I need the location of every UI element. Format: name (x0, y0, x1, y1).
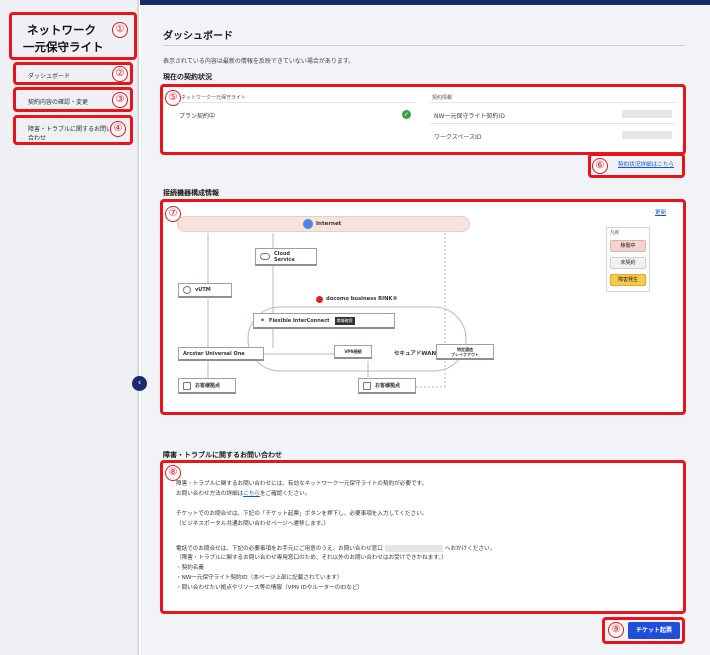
sidebar-item-dashboard[interactable]: ダッシュボード (28, 71, 70, 80)
inquiry-p3b: （障害・トラブルに関するお問い合わせ専用窓口のため、それ以外のお問い合わせはお受… (176, 555, 447, 561)
cloud-label-2: Service (274, 256, 295, 263)
annotation-number-2: ② (112, 66, 128, 82)
plan-status-label: プラン契約中 (179, 113, 216, 120)
customer-site-left[interactable]: お客様拠点 (178, 378, 236, 394)
sidebar-item-contract[interactable]: 契約内容の確認・変更 (28, 97, 88, 106)
contract-column-right: 契約情報 (432, 95, 453, 101)
breakout-label-2: ブレイクアウト (451, 351, 479, 357)
globe-icon (303, 219, 313, 229)
phone-number-masked (384, 545, 443, 552)
notice-text: 表示されている内容は最新の情報を反映できていない場合があります。 (163, 58, 355, 65)
contract-id-value-masked (622, 110, 672, 118)
ticket-button[interactable]: チケット起票 (628, 622, 680, 639)
contract-row-line-left (176, 102, 416, 103)
sidebar-collapse-button[interactable]: ‹ (132, 376, 147, 391)
breakout-node[interactable]: 特定通信 ブレイクアウト (436, 344, 494, 360)
rink-logo-icon (316, 296, 323, 303)
vpn-label: VPN接続 (344, 348, 362, 354)
annotation-number-8: ⑧ (165, 465, 181, 481)
legend-uncontracted: 未契約 (610, 257, 646, 269)
inquiry-bullet-3: ・問い合わせたい拠点やリソース等の情報（VPN IDやルーターのIDなど） (176, 585, 364, 591)
inquiry-p2b: （ビジネスポータル共通お問い合わせページへ遷移します。） (176, 521, 330, 527)
contract-id-label: NW一元保守ライト契約ID (434, 113, 505, 120)
contract-detail-link[interactable]: 契約状況詳細はこちら (618, 160, 674, 168)
arcstar-node[interactable]: Arcstar Universal One (178, 347, 264, 361)
inquiry-bullet-1: ・契約名義 (176, 565, 204, 571)
annotation-number-4: ④ (110, 121, 126, 137)
title-divider (163, 45, 685, 46)
annotation-number-5: ⑤ (165, 90, 181, 106)
workspace-id-label: ワークスペースID (434, 134, 482, 141)
inquiry-p3a-pre: 電話でのお問合せは、下記の必要事項をお手元にご用意のうえ、お問い合わせ窓口 (176, 546, 383, 552)
arcstar-label: Arcstar Universal One (183, 350, 245, 357)
building-icon (183, 381, 191, 390)
check-circle-icon: ✓ (402, 110, 411, 119)
site-right-label: お客様拠点 (375, 383, 401, 389)
annotation-number-9: ⑨ (608, 622, 624, 638)
inquiry-p3a-post: へおかけください。 (444, 546, 496, 552)
sidebar-item-inquiry[interactable]: 障害・トラブルに関するお問い合わせ (28, 125, 116, 143)
contract-heading: 現在の契約状況 (163, 73, 212, 81)
inquiry-bullet-2: ・NW一元保守ライト契約ID（本ページ上部に記載されています） (176, 575, 343, 581)
inquiry-heading: 障害・トラブルに関するお問い合わせ (163, 451, 282, 459)
topology-heading: 接続機器構成情報 (163, 189, 219, 197)
legend-failure: 障害発生 (610, 274, 646, 286)
inquiry-detail-link[interactable]: こちら (243, 491, 260, 497)
sidebar-divider (138, 0, 139, 655)
contract-column-left: ネットワーク一元保守ライト (181, 95, 247, 101)
cloud-icon (260, 253, 270, 260)
contract-row-line-2 (430, 123, 675, 124)
legend-active: 稼働中 (610, 240, 646, 252)
inquiry-p2a: チケットでのお問合せは、下記の「チケット起票」ボタンを押下し、必要事項を入力して… (176, 511, 428, 517)
fic-badge: 帯域確保 (334, 316, 355, 325)
legend-title: 凡例 (610, 231, 619, 236)
fic-node[interactable]: ⚭ Flexible InterConnect 帯域確保 (253, 313, 395, 329)
secure-wan-label: セキュアドWAN (394, 351, 437, 357)
rink-label: docomo business RINK® (326, 296, 398, 302)
vpn-node[interactable]: VPN接続 (334, 345, 372, 359)
cloud-service-node[interactable]: Cloud Service (255, 248, 317, 266)
annotation-number-1: ① (112, 22, 128, 38)
firewall-icon (183, 286, 191, 294)
fic-label: Flexible InterConnect (269, 317, 330, 324)
link-icon: ⚭ (260, 317, 266, 324)
internet-label: Internet (316, 221, 342, 227)
annotation-number-3: ③ (112, 92, 128, 108)
inquiry-p1b-pre: お問い合わせ方法の詳細は (176, 491, 244, 497)
page-title: ダッシュボード (163, 31, 233, 42)
building-icon (363, 381, 371, 390)
inquiry-p1b: お問い合わせ方法の詳細はこちらをご確認ください。 (176, 490, 310, 499)
inquiry-p3a: 電話でのお問合せは、下記の必要事項をお手元にご用意のうえ、お問い合わせ窓口 へおか… (176, 545, 495, 554)
vutm-label: vUTM (195, 287, 211, 293)
inquiry-p1a: 障害・トラブルに関するお問い合わせには、有効なネットワーク一元保守ライトの契約が… (176, 481, 428, 487)
site-left-label: お客様拠点 (195, 383, 221, 389)
inquiry-p1b-post: をご確認ください。 (259, 491, 311, 497)
vutm-node[interactable]: vUTM (178, 283, 232, 298)
contract-row-line-right (430, 102, 675, 103)
workspace-id-value-masked (622, 131, 672, 139)
topology-lines (207, 233, 467, 388)
customer-site-right[interactable]: お客様拠点 (358, 378, 416, 394)
annotation-number-6: ⑥ (592, 158, 608, 174)
chevron-left-icon: ‹ (137, 378, 142, 388)
top-accent-bar (140, 0, 710, 5)
